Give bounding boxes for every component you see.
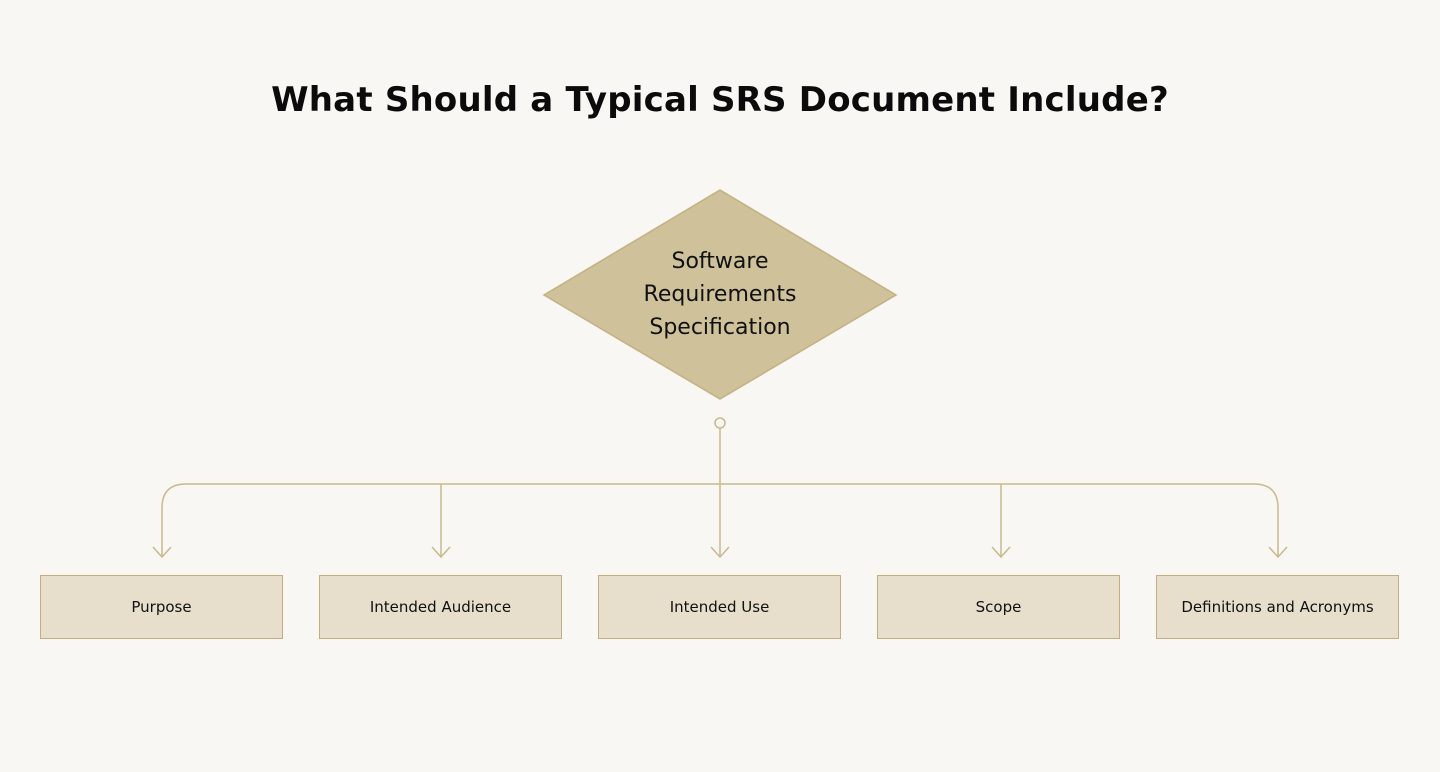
child-box-intended-audience: Intended Audience [319,575,562,639]
child-box-purpose: Purpose [40,575,283,639]
child-box-scope: Scope [877,575,1120,639]
child-box-label: Purpose [131,598,192,616]
child-box-intended-use: Intended Use [598,575,841,639]
diagram-canvas: What Should a Typical SRS Document Inclu… [0,0,1440,772]
child-box-definitions-and-acronyms: Definitions and Acronyms [1156,575,1399,639]
child-box-label: Intended Use [669,598,770,616]
child-box-label: Intended Audience [369,598,512,616]
child-box-label: Scope [975,598,1022,616]
connector-layer [152,189,1288,559]
child-box-label: Definitions and Acronyms [1181,598,1374,616]
connector-origin-dot [714,417,726,429]
root-diamond-label: Software Requirements Specification [643,249,797,340]
